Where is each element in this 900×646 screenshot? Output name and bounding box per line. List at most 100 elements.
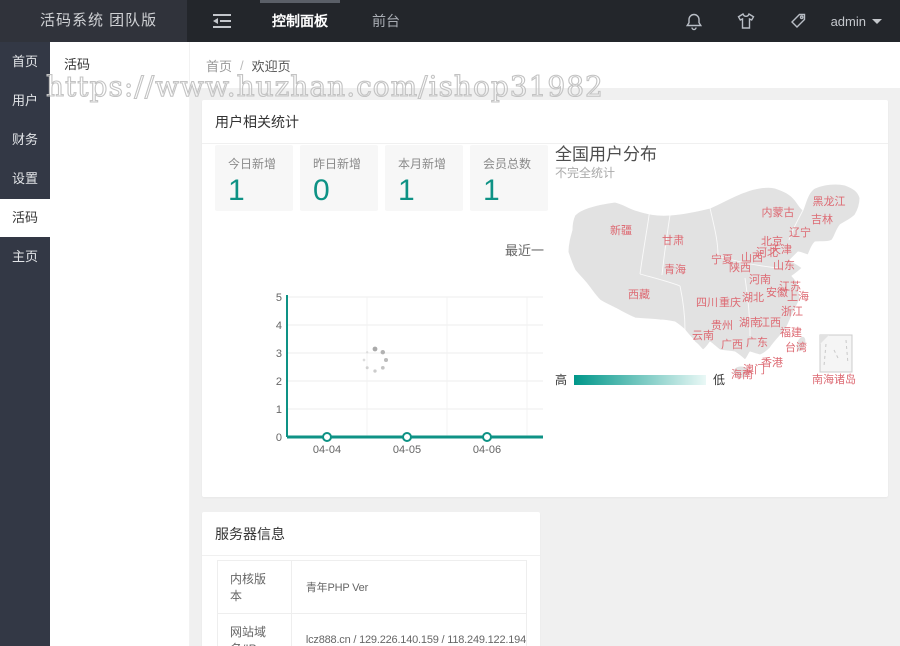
breadcrumb-item[interactable]: 欢迎页 (252, 56, 291, 75)
server-info-table: 内核版本青年PHP Ver网站域名/IPlcz888.cn / 129.226.… (217, 560, 527, 646)
province-label-浙江: 浙江 (781, 303, 803, 319)
svg-text:04-06: 04-06 (473, 444, 501, 456)
province-label-辽宁: 辽宁 (789, 224, 811, 240)
loading-spinner-dot (363, 359, 366, 362)
loading-spinner-dot (381, 366, 385, 370)
province-label-吉林: 吉林 (811, 211, 833, 227)
breadcrumb-separator: / (240, 58, 244, 73)
loading-spinner-dot (366, 366, 369, 369)
caret-down-icon (872, 19, 882, 24)
username: admin (831, 14, 866, 29)
table-row: 内核版本青年PHP Ver (218, 561, 527, 614)
province-label-安徽: 安徽 (766, 284, 788, 300)
breadcrumb: 首页 / 欢迎页 (190, 42, 900, 88)
svg-text:2: 2 (276, 376, 282, 388)
server-info-card: 服务器信息 内核版本青年PHP Ver网站域名/IPlcz888.cn / 12… (202, 512, 540, 646)
collapse-menu-icon[interactable] (210, 12, 236, 32)
province-label-黑龙江: 黑龙江 (813, 193, 846, 209)
svg-text:04-04: 04-04 (313, 444, 341, 456)
province-label-南海诸岛: 南海诸岛 (812, 371, 856, 387)
server-info-value: lcz888.cn / 129.226.140.159 / 118.249.12… (291, 614, 526, 646)
loading-spinner-dot (366, 351, 368, 353)
server-info-value: 青年PHP Ver (291, 561, 526, 614)
province-label-上海: 上海 (787, 288, 809, 304)
province-label-陕西: 陕西 (729, 259, 751, 275)
stat-card: 今日新增1 (215, 145, 293, 211)
tag-icon[interactable] (779, 0, 817, 42)
svg-text:1: 1 (276, 404, 282, 416)
stat-card: 会员总数 1 (470, 145, 548, 211)
stat-label: 会员总数 (483, 155, 548, 172)
svg-text:3: 3 (276, 348, 282, 360)
loading-spinner-dot (373, 347, 378, 352)
province-label-广西: 广西 (721, 336, 743, 352)
tab-huoma[interactable]: 活码 (50, 42, 189, 88)
province-label-湖北: 湖北 (742, 289, 764, 305)
china-user-map: 黑龙江吉林辽宁内蒙古北京天津河北山西山东宁夏陕西河南江苏安徽上海新疆甘肃青海西藏… (552, 178, 888, 390)
sidebar-item-活码[interactable]: 活码 (0, 199, 50, 237)
province-label-福建: 福建 (780, 324, 802, 340)
top-nav-item[interactable]: 前台 (350, 0, 422, 42)
server-info-label: 内核版本 (218, 561, 292, 614)
svg-text:5: 5 (276, 292, 282, 304)
legend-low-label: 低 (713, 371, 725, 388)
primary-sidebar: 首页用户财务设置活码主页 (0, 42, 50, 646)
province-label-重庆: 重庆 (719, 294, 741, 310)
sidebar-item-设置[interactable]: 设置 (0, 160, 50, 198)
province-label-内蒙古: 内蒙古 (762, 204, 795, 220)
table-row: 网站域名/IPlcz888.cn / 129.226.140.159 / 118… (218, 614, 527, 646)
province-label-广东: 广东 (746, 334, 768, 350)
loading-spinner-dot (384, 358, 388, 362)
server-info-label: 网站域名/IP (218, 614, 292, 646)
svg-text:4: 4 (276, 320, 282, 332)
province-label-海南: 海南 (731, 366, 753, 382)
new-users-line-chart: 0 1 2 3 4 5 04-04 04-05 04-06 (275, 290, 547, 460)
user-stats-card: 用户相关统计 今日新增1昨日新增0本月新增1会员总数1 最近一 01234504… (202, 100, 888, 497)
province-label-四川: 四川 (696, 294, 718, 310)
bell-icon[interactable] (675, 0, 713, 42)
province-label-新疆: 新疆 (610, 222, 632, 238)
province-label-贵州: 贵州 (711, 317, 733, 333)
sidebar-item-财务[interactable]: 财务 (0, 121, 50, 159)
loading-spinner-dot (381, 350, 385, 354)
province-label-江西: 江西 (759, 314, 781, 330)
south-china-sea-inset (820, 335, 852, 372)
data-point-04-06 (483, 433, 491, 441)
sidebar-item-用户[interactable]: 用户 (0, 82, 50, 120)
data-point-04-04 (323, 433, 331, 441)
svg-text:0: 0 (276, 432, 282, 444)
province-label-云南: 云南 (692, 327, 714, 343)
tshirt-icon[interactable] (727, 0, 765, 42)
map-legend: 高 低 (555, 371, 725, 388)
stat-label: 今日新增 (228, 155, 293, 172)
legend-gradient-bar (574, 375, 706, 385)
header-actions: admin (675, 0, 888, 42)
user-menu[interactable]: admin (831, 14, 888, 29)
breadcrumb-item[interactable]: 首页 (206, 56, 232, 75)
top-nav-item-active[interactable]: 控制面板 (250, 0, 350, 42)
stats-card-title: 用户相关统计 (202, 100, 888, 144)
legend-high-label: 高 (555, 371, 567, 388)
stat-value: 0 (313, 176, 378, 206)
server-card-title: 服务器信息 (202, 512, 540, 556)
sidebar-item-首页[interactable]: 首页 (0, 43, 50, 81)
province-label-山东: 山东 (773, 257, 795, 273)
app-logo: 活码系统 团队版 (0, 0, 187, 42)
data-point-04-05 (403, 433, 411, 441)
top-header: 活码系统 团队版 控制面板前台 (0, 0, 900, 42)
top-nav: 控制面板前台 (250, 0, 422, 42)
stat-card: 昨日新增 0 (300, 145, 378, 211)
svg-text:04-05: 04-05 (393, 444, 421, 456)
sidebar-item-主页[interactable]: 主页 (0, 238, 50, 276)
stat-card: 本月新增1 (385, 145, 463, 211)
chart-range-label: 最近一 (505, 240, 544, 259)
province-label-青海: 青海 (664, 261, 686, 277)
province-label-台湾: 台湾 (785, 339, 807, 355)
province-label-西藏: 西藏 (628, 286, 650, 302)
stat-label: 昨日新增 (313, 155, 378, 172)
stat-value: 1 (483, 176, 548, 206)
map-title: 全国用户分布 (555, 140, 657, 165)
stat-value: 1 (398, 176, 463, 206)
china-map-shape (552, 178, 888, 390)
province-label-甘肃: 甘肃 (662, 232, 684, 248)
